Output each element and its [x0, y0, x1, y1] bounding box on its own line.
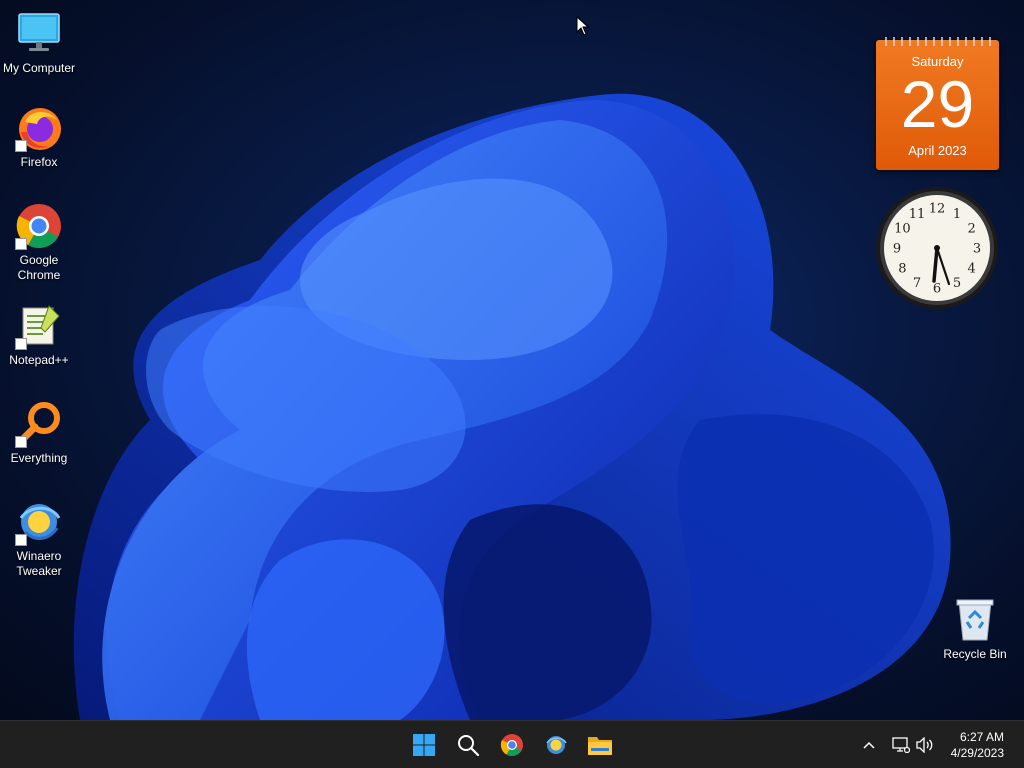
clock-numeral: 1: [953, 207, 961, 222]
firefox-icon: [15, 104, 63, 152]
network-icon: [892, 737, 910, 753]
taskbar-winaero-tweaker-button[interactable]: [540, 729, 572, 761]
calendar-gadget[interactable]: Saturday 29 April 2023: [876, 37, 999, 170]
clock-numeral: 3: [973, 242, 981, 257]
desktop-icon-my-computer[interactable]: My Computer: [0, 10, 78, 76]
clock-numeral: 7: [913, 276, 921, 291]
desktop[interactable]: My Computer Firefox Google Chrome Notepa…: [0, 0, 1024, 720]
shortcut-arrow-icon: [15, 534, 27, 546]
windows-logo-icon: [413, 734, 435, 756]
network-button[interactable]: [890, 733, 912, 757]
search-icon: [458, 735, 480, 757]
search-button[interactable]: [452, 729, 484, 761]
desktop-icon-label: My Computer: [2, 61, 76, 75]
desktop-icon-label: Google Chrome: [17, 253, 61, 282]
clock-numeral: 9: [893, 242, 901, 257]
desktop-icon-notepad-plus-plus[interactable]: Notepad++: [0, 302, 78, 368]
desktop-icon-recycle-bin[interactable]: Recycle Bin: [936, 596, 1014, 662]
notepad-plus-plus-icon: [15, 302, 63, 350]
start-button[interactable]: [408, 729, 440, 761]
chrome-icon: [500, 734, 523, 756]
chevron-up-icon: [863, 741, 875, 749]
desktop-icon-winaero-tweaker[interactable]: Winaero Tweaker: [0, 498, 78, 579]
clock-numeral: 8: [898, 262, 906, 277]
clock-numeral: 6: [933, 282, 941, 297]
shortcut-arrow-icon: [15, 436, 27, 448]
taskbar-clock[interactable]: 6:27 AM 4/29/2023: [951, 729, 1004, 761]
taskbar-date: 4/29/2023: [950, 746, 1004, 760]
desktop-icon-label: Notepad++: [9, 353, 69, 367]
analog-clock-gadget[interactable]: 12 12 3 45678 9 1011: [875, 186, 999, 310]
desktop-icon-label: Winaero Tweaker: [16, 549, 62, 578]
clock-numeral: 5: [953, 276, 961, 291]
clock-numeral: 12: [929, 202, 946, 217]
taskbar-time: 6:27 AM: [959, 730, 1004, 744]
monitor-icon: [15, 10, 63, 58]
desktop-icon-google-chrome[interactable]: Google Chrome: [0, 202, 78, 283]
taskbar-chrome-button[interactable]: [496, 729, 528, 761]
clock-numeral: 2: [967, 222, 975, 237]
folder-icon: [588, 737, 612, 755]
shortcut-arrow-icon: [15, 338, 27, 350]
calendar-month-year: April 2023: [908, 143, 967, 158]
volume-button[interactable]: [914, 733, 936, 757]
bloom-wallpaper: [73, 93, 951, 720]
speaker-icon: [916, 737, 933, 753]
desktop-icon-label: Firefox: [20, 155, 58, 169]
everything-search-icon: [15, 400, 63, 448]
clock-numeral: 10: [894, 222, 911, 237]
calendar-day: 29: [900, 67, 975, 141]
taskbar-file-explorer-button[interactable]: [584, 729, 616, 761]
calendar-rings-icon: [885, 37, 991, 46]
desktop-icon-everything[interactable]: Everything: [0, 400, 78, 466]
desktop-icon-label: Everything: [10, 451, 68, 465]
winaero-tweaker-icon: [546, 736, 567, 754]
chrome-icon: [15, 202, 63, 250]
show-hidden-icons-button[interactable]: [858, 733, 880, 757]
clock-numeral: 4: [967, 262, 975, 277]
shortcut-arrow-icon: [15, 140, 27, 152]
winaero-tweaker-icon: [15, 498, 63, 546]
taskbar: 6:27 AM 4/29/2023: [0, 720, 1024, 768]
clock-numeral: 11: [909, 207, 926, 222]
desktop-icon-firefox[interactable]: Firefox: [0, 104, 78, 170]
mouse-cursor-icon: [576, 16, 590, 36]
shortcut-arrow-icon: [15, 238, 27, 250]
recycle-bin-icon: [951, 596, 999, 644]
desktop-icon-label: Recycle Bin: [943, 647, 1007, 661]
